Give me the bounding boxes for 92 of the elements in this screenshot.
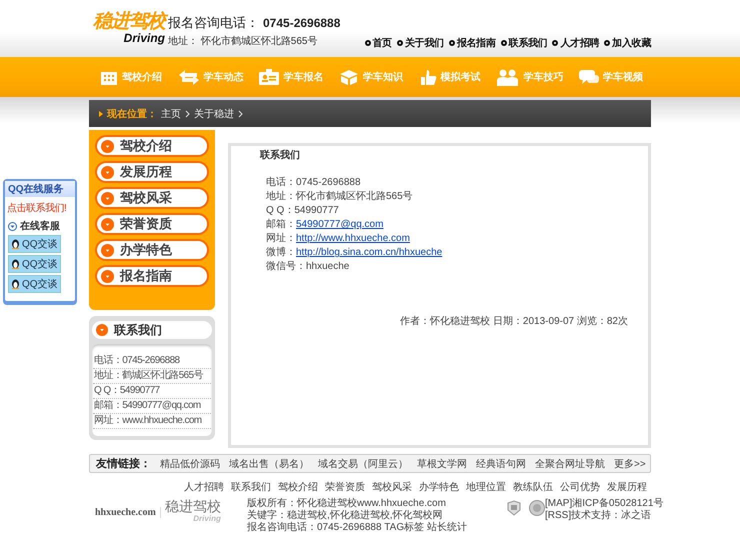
field-label: 邮箱： bbox=[266, 219, 296, 230]
group-label: 在线客服 bbox=[20, 219, 60, 233]
contact-link[interactable]: http://blog.sina.com.cn/hhxueche bbox=[296, 247, 442, 258]
contact-line: 邮箱：54990777@qq.com bbox=[93, 399, 211, 414]
penguin-icon bbox=[11, 279, 20, 289]
bullet-icon bbox=[552, 40, 558, 46]
footer-info: 报名咨询电话：0745-2696888 TAG标签 站长统计 bbox=[247, 522, 468, 534]
bullet-icon bbox=[396, 40, 403, 46]
field-label: 微博： bbox=[266, 247, 296, 258]
bullet-icon bbox=[364, 40, 371, 46]
chevron-icon bbox=[185, 110, 190, 118]
panel-title: QQ在线服务 bbox=[5, 181, 75, 197]
seal-icon bbox=[529, 500, 545, 516]
friend-link[interactable]: 域名出售（易名） bbox=[229, 456, 309, 470]
qq-chat-button[interactable]: QQ交谈 bbox=[8, 255, 61, 273]
sidebar-item[interactable]: 办学特色 bbox=[95, 239, 209, 261]
friend-link[interactable]: 全聚合网址导航 bbox=[535, 456, 605, 470]
contact-line: 地址：鹤城区怀北路565号 bbox=[93, 369, 211, 384]
sidebar-item[interactable]: 报名指南 bbox=[95, 265, 209, 287]
friend-link[interactable]: 域名交易（阿里云） bbox=[318, 456, 408, 470]
penguin-icon bbox=[11, 259, 20, 269]
footer-link[interactable]: 办学特色 bbox=[419, 480, 459, 494]
field-value: hhxueche bbox=[306, 261, 350, 272]
card-title: 联系我们 bbox=[114, 322, 162, 338]
friend-link[interactable]: 精品低价源码 bbox=[160, 456, 220, 470]
contact-link[interactable]: http://www.hhxueche.com bbox=[296, 233, 410, 244]
footer-link[interactable]: 地理位置 bbox=[466, 480, 506, 494]
field-label: 网址： bbox=[266, 233, 296, 244]
logo-subtitle: Driving bbox=[124, 32, 165, 45]
footer-link[interactable]: 人才招聘 bbox=[184, 480, 224, 494]
hotline-label: 报名咨询电话： bbox=[168, 15, 259, 30]
sidebar-item[interactable]: 发展历程 bbox=[95, 161, 209, 183]
contact-line: 电话：0745-2696888 bbox=[93, 354, 211, 369]
field-label: 微信号： bbox=[266, 261, 306, 272]
footer-info: [RSS]技术支持：冰之语 bbox=[545, 510, 652, 522]
breadcrumb-label: 现在位置： bbox=[107, 108, 157, 120]
footer-link[interactable]: 公司优势 bbox=[560, 480, 600, 494]
footer-link[interactable]: 教练队伍 bbox=[513, 480, 553, 494]
logo-title: 稳进驾校 bbox=[164, 501, 221, 515]
friend-link[interactable]: 经典语句网 bbox=[476, 456, 526, 470]
field-value: 0745-2696888 bbox=[296, 177, 361, 188]
breadcrumb-link[interactable]: 关于稳进 bbox=[194, 106, 234, 120]
qq-chat-button[interactable]: QQ交谈 bbox=[8, 235, 61, 253]
qq-chat-button[interactable]: QQ交谈 bbox=[8, 275, 61, 293]
top-link[interactable]: 关于我们 bbox=[404, 36, 444, 50]
footer-link[interactable]: 驾校介绍 bbox=[278, 480, 318, 494]
badge-icon bbox=[507, 500, 521, 516]
sidebar-item[interactable]: 驾校介绍 bbox=[95, 135, 209, 157]
footer-info: 版权所有：怀化稳进驾校www.hhxueche.com bbox=[247, 498, 447, 510]
contact-prompt: 点击联系我们! bbox=[7, 202, 68, 215]
footer-info: 关键字：稳进驾校,怀化稳进驾校,怀化驾校网 bbox=[247, 510, 444, 522]
footer-info: [MAP]湘ICP备05028121号 bbox=[545, 498, 664, 510]
arrows-icon bbox=[176, 68, 201, 86]
bullet-icon bbox=[500, 40, 507, 46]
contact-line: 网址：www.hhxueche.com bbox=[93, 414, 211, 429]
expand-icon bbox=[8, 222, 17, 230]
address-text: 地址： 怀化市鹤城区怀北路565号 bbox=[168, 34, 318, 48]
sidebar-item[interactable]: 荣誉资质 bbox=[95, 213, 209, 235]
field-value: 54990777 bbox=[294, 205, 339, 216]
top-link[interactable]: 加入收藏 bbox=[612, 36, 651, 50]
more-link[interactable]: 更多>> bbox=[614, 456, 646, 470]
chevron-icon bbox=[238, 110, 243, 118]
contact-link[interactable]: 54990777@qq.com bbox=[296, 219, 384, 230]
links-label: 友情链接： bbox=[96, 456, 151, 471]
hotline-number: 0745-2696888 bbox=[263, 16, 340, 30]
field-label: Q Q： bbox=[266, 205, 294, 216]
bullet-icon bbox=[448, 40, 455, 46]
top-link[interactable]: 首页 bbox=[372, 36, 392, 50]
box-icon bbox=[338, 68, 360, 86]
id-card-icon bbox=[258, 68, 280, 86]
field-label: 电话： bbox=[266, 177, 296, 188]
friend-link[interactable]: 草根文学网 bbox=[417, 456, 467, 470]
chat-icon bbox=[578, 68, 600, 86]
top-link[interactable]: 联系我们 bbox=[508, 36, 548, 50]
top-link[interactable]: 报名指南 bbox=[456, 36, 496, 50]
bullet-icon bbox=[604, 40, 610, 46]
footer-link[interactable]: 驾校风采 bbox=[372, 480, 412, 494]
article-meta: 作者：怀化稳进驾校 日期：2013-09-07 浏览：82次 bbox=[399, 314, 628, 328]
field-value: 怀化市鹤城区怀北路565号 bbox=[296, 191, 413, 202]
penguin-icon bbox=[11, 239, 20, 249]
breadcrumb-link[interactable]: 主页 bbox=[161, 106, 181, 120]
contact-line: Q Q：54990777 bbox=[93, 384, 211, 399]
field-label: 地址： bbox=[266, 191, 296, 202]
people-icon bbox=[495, 68, 520, 86]
logo-subtitle: Driving bbox=[193, 515, 221, 523]
logo-domain: hhxueche.com bbox=[95, 506, 161, 518]
footer-link[interactable]: 联系我们 bbox=[231, 480, 271, 494]
footer-link[interactable]: 荣誉资质 bbox=[325, 480, 365, 494]
top-link[interactable]: 人才招聘 bbox=[560, 36, 600, 50]
footer-link[interactable]: 发展历程 bbox=[607, 480, 647, 494]
sidebar-item[interactable]: 驾校风采 bbox=[95, 187, 209, 209]
triangle-icon bbox=[99, 110, 103, 116]
